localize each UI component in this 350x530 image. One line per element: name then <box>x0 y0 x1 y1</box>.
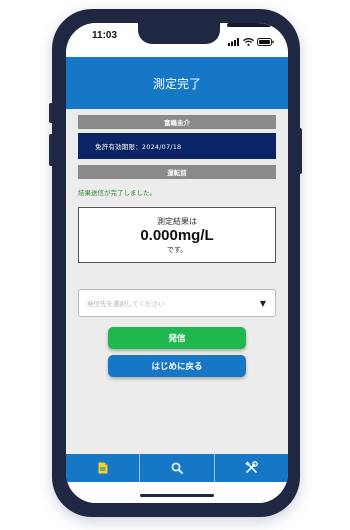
notch <box>138 23 271 44</box>
battery-icon <box>257 31 274 50</box>
status-icons <box>228 31 274 50</box>
app-header: 測定完了 <box>66 57 288 109</box>
tab-settings[interactable] <box>213 454 288 482</box>
home-indicator[interactable] <box>140 494 214 497</box>
document-icon <box>98 459 108 478</box>
result-suffix: です。 <box>166 246 188 254</box>
sent-complete-message: 結果送信が完了しました。 <box>78 189 156 197</box>
license-expiry-text: 免許有効期限：2024/07/18 <box>95 143 182 151</box>
wifi-icon <box>243 31 254 50</box>
main-content: 富嶋圭介 免許有効期限：2024/07/18 運転前 結果送信が完了しました。 … <box>78 115 276 377</box>
home-area <box>66 482 288 503</box>
status-bar: 11:03 <box>66 23 288 57</box>
send-button[interactable]: 発信 <box>108 327 246 349</box>
phase-band: 運転前 <box>78 165 276 179</box>
status-time: 11:03 <box>92 30 118 41</box>
destination-select[interactable]: 発信先を選択してください ▼ <box>78 289 276 317</box>
tab-document[interactable] <box>66 454 139 482</box>
dropdown-arrow-icon: ▼ <box>259 298 266 308</box>
tab-search[interactable] <box>139 454 213 482</box>
back-to-start-button[interactable]: はじめに戻る <box>108 355 246 377</box>
driver-name-band: 富嶋圭介 <box>78 115 276 129</box>
tab-bar <box>66 454 288 482</box>
result-label: 測定結果は <box>157 217 197 226</box>
result-box: 測定結果は 0.000mg/L です。 <box>78 207 276 263</box>
destination-placeholder: 発信先を選択してください <box>87 300 165 308</box>
license-expiry-box: 免許有効期限：2024/07/18 <box>78 133 276 159</box>
search-icon <box>171 459 183 478</box>
phone-screen: 11:03 測定完了 富嶋圭介 免許有効期限：2024/07/18 運転前 結果… <box>66 23 288 503</box>
tools-icon <box>245 459 258 478</box>
page-title: 測定完了 <box>152 76 201 91</box>
signal-icon <box>228 31 240 50</box>
result-value: 0.000mg/L <box>140 227 214 244</box>
speaker <box>227 23 271 27</box>
